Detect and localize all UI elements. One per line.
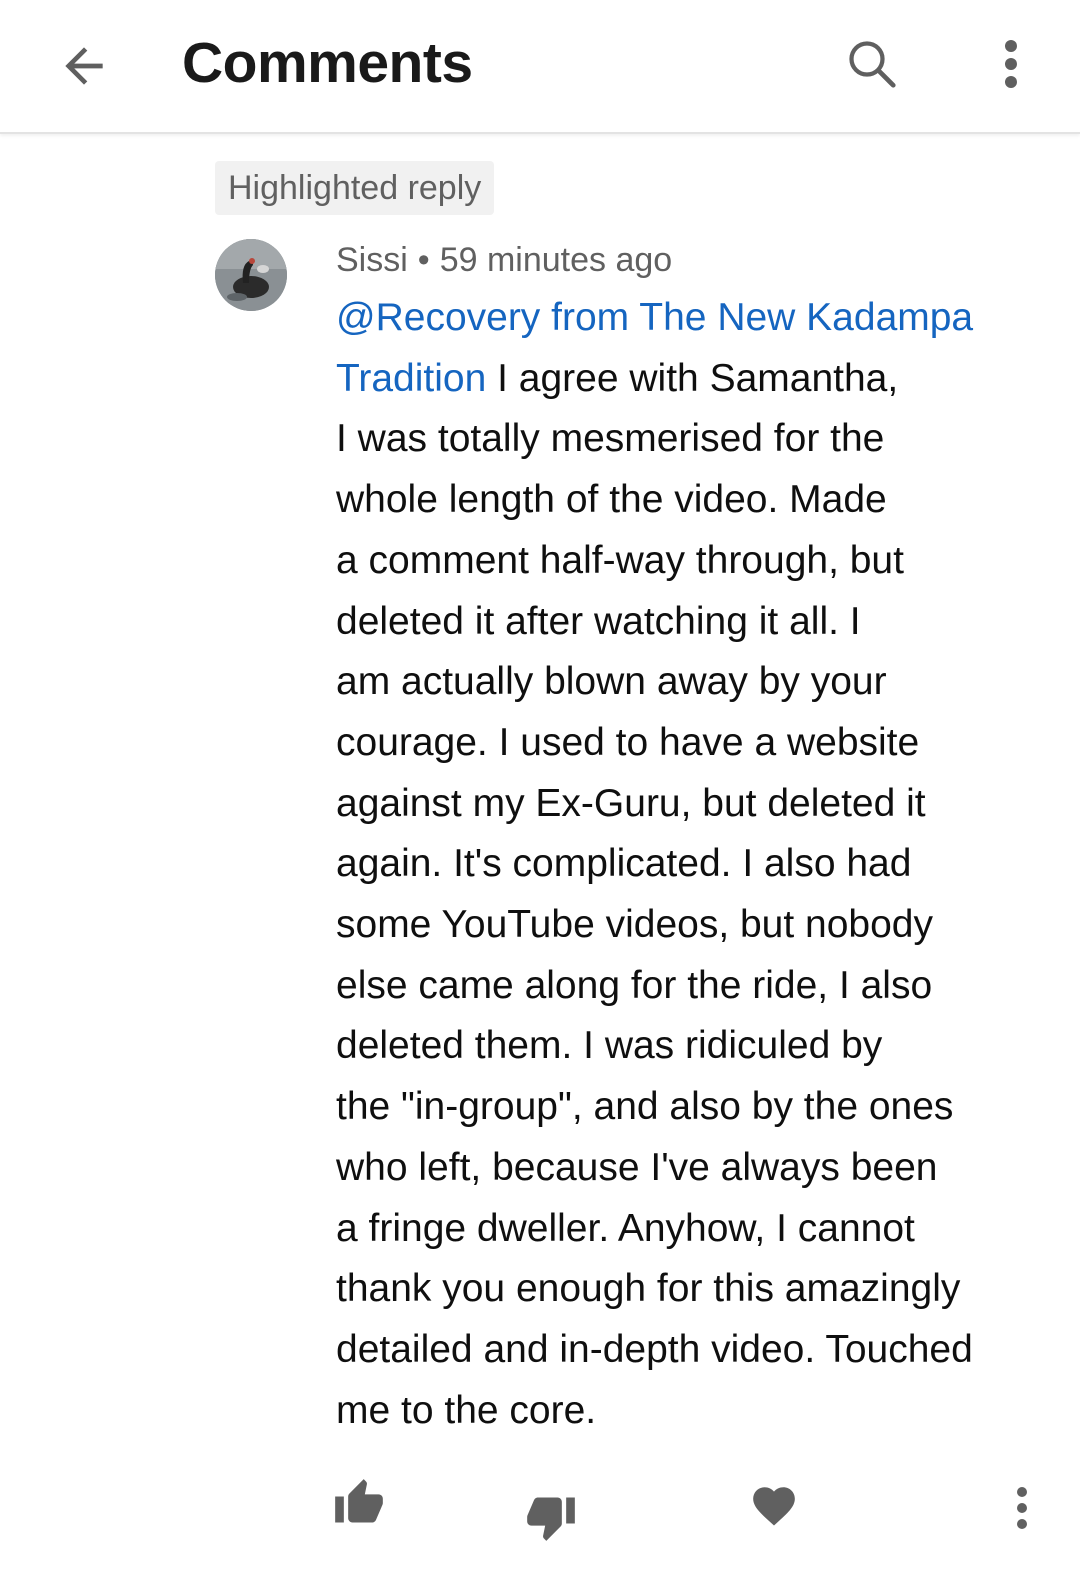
user-mention[interactable]: Tradition <box>336 357 486 400</box>
comment-line: @Recovery from The New Kadampa <box>336 288 1026 349</box>
comment-line: thank you enough for this amazingly <box>336 1267 961 1311</box>
comment-line: the "in-group", and also by the ones <box>336 1085 954 1129</box>
meta-separator: • <box>417 241 430 279</box>
comment-more-button[interactable] <box>1000 1480 1044 1536</box>
comment-text: @Recovery from The New Kadampa Tradition… <box>336 288 1026 1441</box>
comment-meta: Sissi • 59 minutes ago <box>336 238 672 282</box>
comment-line: deleted it after watching it all. I <box>336 599 861 643</box>
comment-line: else came along for the ride, I also <box>336 963 933 1007</box>
avatar[interactable] <box>215 239 287 311</box>
user-mention[interactable]: @Recovery from The New Kadampa <box>336 296 973 339</box>
heart-icon <box>753 1487 795 1526</box>
comment-line: who left, because I've always been <box>336 1145 938 1189</box>
like-button[interactable] <box>330 1474 388 1532</box>
app-bar: Comments <box>0 0 1080 134</box>
search-button[interactable] <box>836 28 908 100</box>
heart-button[interactable] <box>748 1480 800 1532</box>
comment-line: am actually blown away by your <box>336 660 887 704</box>
comment-line: me to the core. <box>336 1388 597 1432</box>
avatar-image <box>215 239 287 311</box>
comment-line: Tradition I agree with Samantha, <box>336 349 1026 410</box>
comment-line: a comment half-way through, but <box>336 538 904 582</box>
arrow-left-icon <box>65 47 103 85</box>
comment-line: deleted them. I was ridiculed by <box>336 1024 883 1068</box>
comment-line: against my Ex-Guru, but deleted it <box>336 781 926 825</box>
thumb-up-icon <box>335 1479 383 1523</box>
comment-line-text: I agree with Samantha, <box>486 356 899 400</box>
comment-timestamp: 59 minutes ago <box>439 241 673 279</box>
thumb-down-icon <box>527 1497 575 1541</box>
highlighted-reply-badge: Highlighted reply <box>215 161 495 215</box>
comment-line: detailed and in-depth video. Touched <box>336 1327 973 1371</box>
comment-line: a fringe dweller. Anyhow, I cannot <box>336 1206 915 1250</box>
comment-line: whole length of the video. Made <box>336 478 887 522</box>
comment-line: I was totally mesmerised for the <box>336 417 885 461</box>
dislike-button[interactable] <box>522 1488 580 1546</box>
back-button[interactable] <box>50 32 118 100</box>
more-options-button[interactable] <box>986 28 1036 100</box>
comment-line: courage. I used to have a website <box>336 720 920 764</box>
comment-line: some YouTube videos, but nobody <box>336 903 933 947</box>
search-icon <box>849 41 896 88</box>
more-vert-icon <box>1005 40 1017 88</box>
author-name[interactable]: Sissi <box>336 241 408 279</box>
comment-line: again. It's complicated. I also had <box>336 842 912 886</box>
more-vert-icon <box>1017 1487 1027 1529</box>
page-title: Comments <box>182 31 473 95</box>
